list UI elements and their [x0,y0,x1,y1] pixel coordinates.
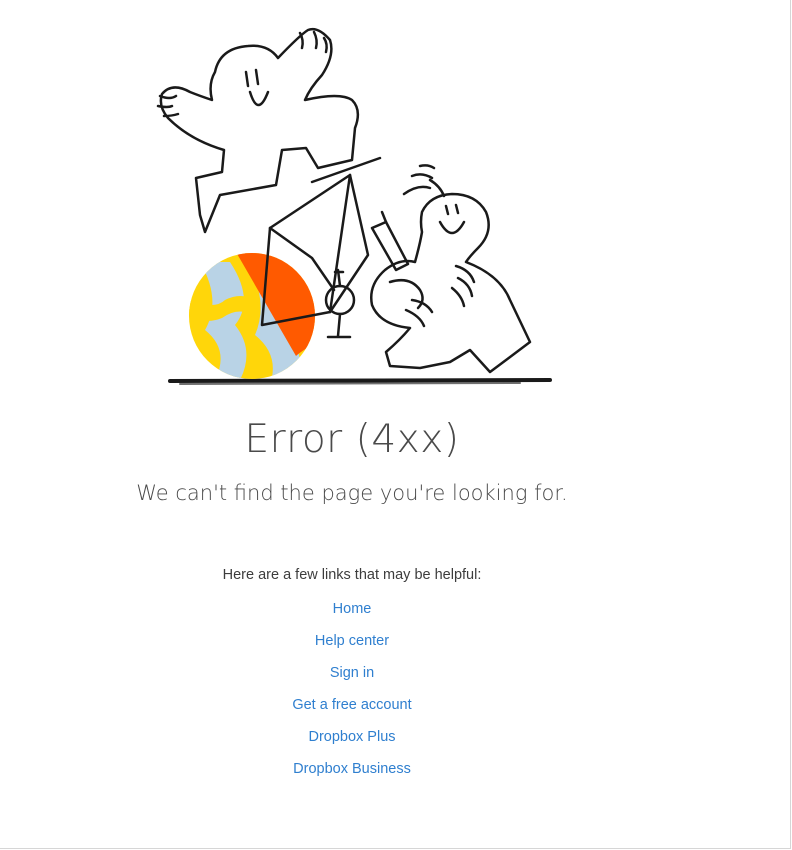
helpful-links-list: Home Help center Sign in Get a free acco… [0,597,704,789]
ground-line [168,378,552,385]
page-frame: Error (4xx) We can't find the page you'r… [0,0,791,849]
free-account-link[interactable]: Get a free account [292,697,411,713]
dropbox-plus-link[interactable]: Dropbox Plus [308,729,395,745]
error-title: Error (4xx) [244,417,460,462]
list-item: Help center [0,629,704,661]
list-item: Dropbox Business [0,757,704,789]
dropbox-business-link[interactable]: Dropbox Business [293,761,411,777]
list-item: Get a free account [0,693,704,725]
error-illustration [156,27,552,385]
home-link[interactable]: Home [333,601,372,617]
list-item: Home [0,597,704,629]
list-item: Sign in [0,661,704,693]
help-center-link[interactable]: Help center [315,633,389,649]
error-subtitle: We can't find the page you're looking fo… [136,481,568,505]
list-item: Dropbox Plus [0,725,704,757]
ghost-figure [156,27,360,234]
sign-in-link[interactable]: Sign in [330,665,374,681]
helpful-links-intro: Here are a few links that may be helpful… [222,567,482,583]
